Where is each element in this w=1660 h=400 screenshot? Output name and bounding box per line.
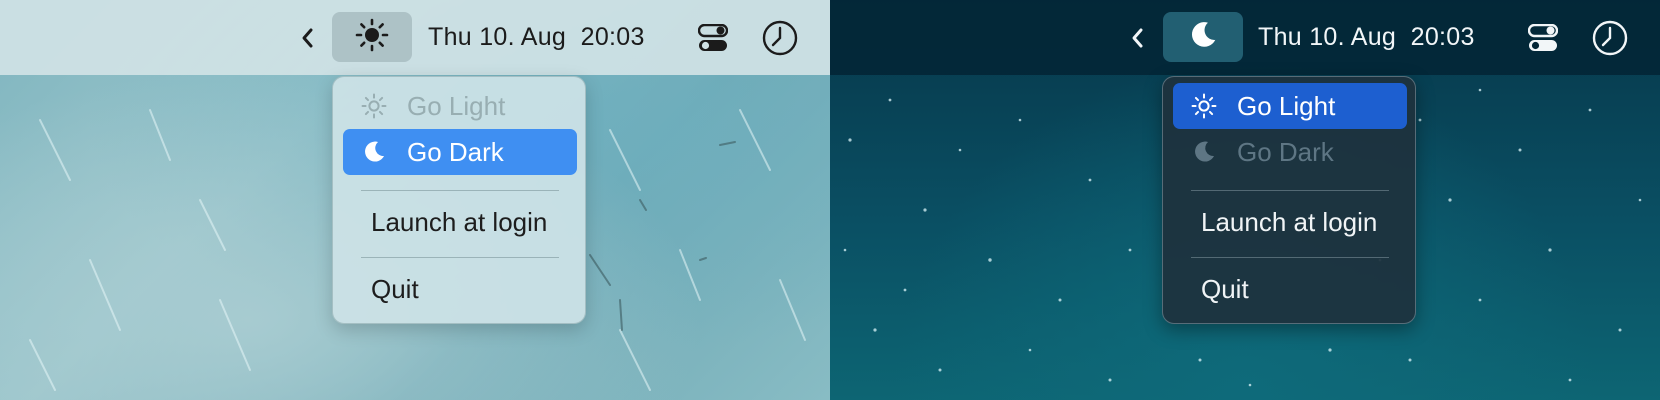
menu-separator bbox=[361, 257, 559, 258]
menu-item-go-dark[interactable]: Go Dark bbox=[343, 129, 577, 175]
appearance-toggle-button[interactable] bbox=[332, 12, 412, 62]
menu-item-label: Go Light bbox=[407, 90, 506, 121]
sun-icon bbox=[355, 18, 389, 57]
appearance-dropdown-menu: Go Light Go Dark Launch at login Quit bbox=[332, 76, 586, 324]
menu-item-quit[interactable]: Quit bbox=[1173, 266, 1407, 312]
sun-icon bbox=[1191, 91, 1225, 121]
menu-bar: Thu 10. Aug 20:03 bbox=[0, 0, 830, 75]
toggle-switches-icon[interactable] bbox=[1525, 0, 1561, 75]
clock-icon[interactable] bbox=[1588, 0, 1632, 75]
menu-item-label: Go Dark bbox=[407, 136, 504, 167]
moon-icon bbox=[1187, 19, 1219, 56]
menu-separator bbox=[1191, 257, 1389, 258]
appearance-dropdown-menu: Go Light Go Dark Launch at login Quit bbox=[1162, 76, 1416, 324]
light-mode-panel: Thu 10. Aug 20:03 Go Light Go Dark Launc… bbox=[0, 0, 830, 400]
chevron-left-icon[interactable] bbox=[1120, 0, 1156, 75]
menu-item-label: Launch at login bbox=[1201, 206, 1378, 237]
clock-icon[interactable] bbox=[758, 0, 802, 75]
moon-icon bbox=[1191, 137, 1225, 167]
chevron-left-icon[interactable] bbox=[290, 0, 326, 75]
appearance-toggle-button[interactable] bbox=[1163, 12, 1243, 62]
menu-separator bbox=[361, 190, 559, 191]
moon-icon bbox=[361, 137, 395, 167]
dark-mode-panel: Thu 10. Aug 20:03 Go Light Go Dark Launc… bbox=[830, 0, 1660, 400]
menu-item-label: Quit bbox=[1201, 273, 1249, 304]
toggle-switches-icon[interactable] bbox=[695, 0, 731, 75]
menu-item-quit[interactable]: Quit bbox=[343, 266, 577, 312]
menu-item-go-light: Go Light bbox=[343, 83, 577, 129]
menu-separator bbox=[1191, 190, 1389, 191]
menu-item-label: Go Dark bbox=[1237, 136, 1334, 167]
menu-item-launch-at-login[interactable]: Launch at login bbox=[343, 199, 577, 245]
menubar-datetime[interactable]: Thu 10. Aug 20:03 bbox=[1258, 0, 1475, 75]
sun-icon bbox=[361, 91, 395, 121]
menu-item-label: Launch at login bbox=[371, 206, 548, 237]
menu-item-label: Go Light bbox=[1237, 90, 1336, 121]
menu-item-launch-at-login[interactable]: Launch at login bbox=[1173, 199, 1407, 245]
menu-item-label: Quit bbox=[371, 273, 419, 304]
menubar-datetime[interactable]: Thu 10. Aug 20:03 bbox=[428, 0, 645, 75]
menu-bar: Thu 10. Aug 20:03 bbox=[830, 0, 1660, 75]
menu-item-go-light[interactable]: Go Light bbox=[1173, 83, 1407, 129]
menu-item-go-dark: Go Dark bbox=[1173, 129, 1407, 175]
